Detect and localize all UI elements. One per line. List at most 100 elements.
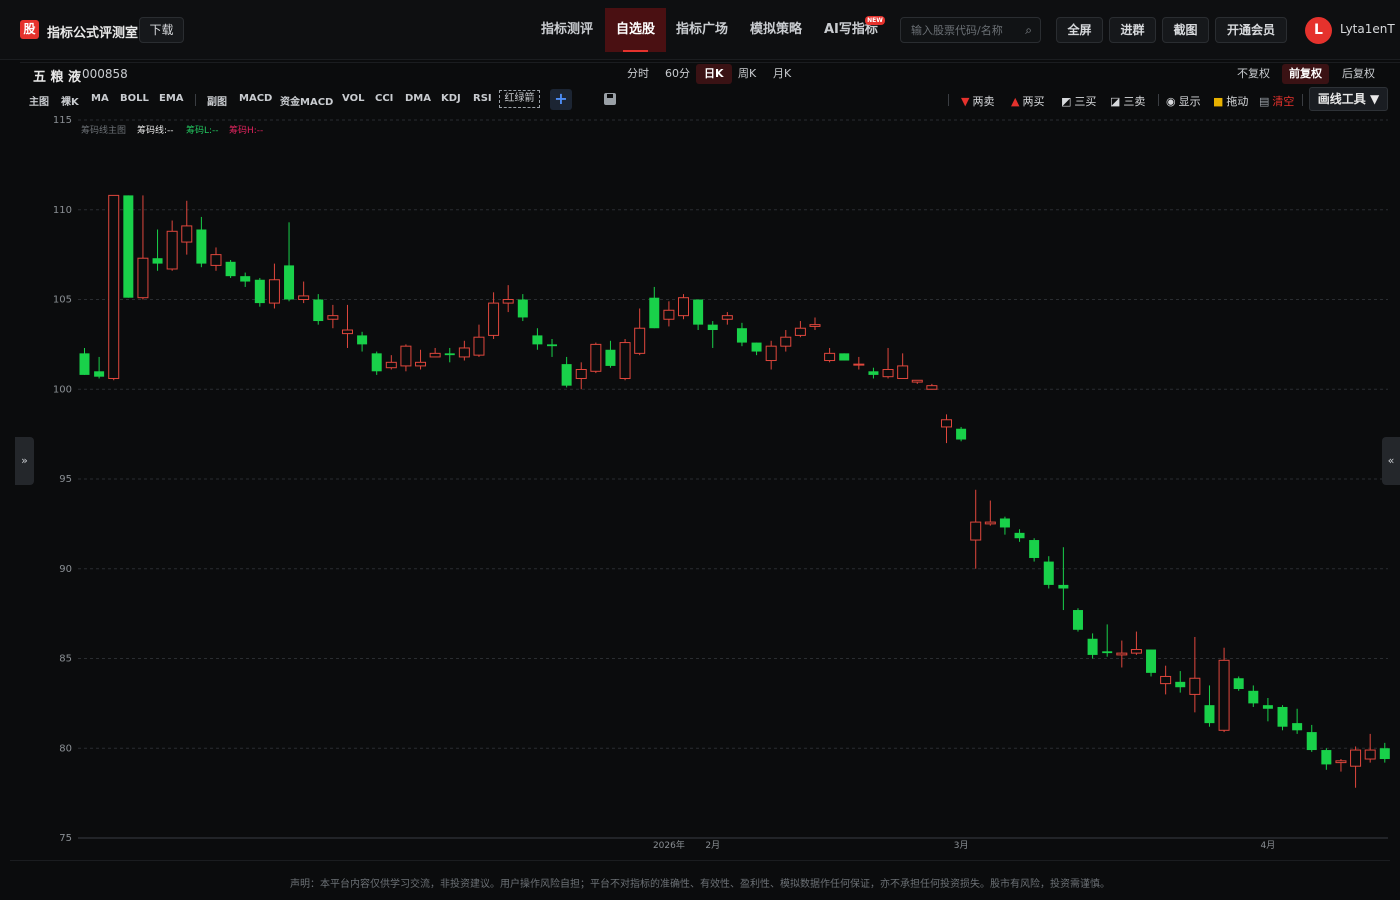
adjust-backward[interactable]: 后复权 xyxy=(1335,64,1382,84)
candle-body xyxy=(780,336,792,347)
y-tick-label: 75 xyxy=(59,833,72,844)
red-green-arrow-toggle[interactable]: 红绿箭 xyxy=(499,90,540,108)
period-60min[interactable]: 60分 xyxy=(657,64,698,84)
period-intraday[interactable]: 分时 xyxy=(619,64,657,84)
chart-line-down-icon: ◪ xyxy=(1110,95,1121,108)
candle-body xyxy=(853,363,865,366)
candle-body xyxy=(561,364,572,386)
ind-rsi[interactable]: RSI xyxy=(473,93,492,104)
candle-body xyxy=(1306,732,1317,751)
ind-ma[interactable]: MA xyxy=(91,93,109,104)
candlestick-chart[interactable]: 115 110 105 100 95 90 85 80 75 2026年 2月 3月 4月 xyxy=(0,110,1400,850)
candle-body xyxy=(357,335,368,345)
stock-name: 五 粮 液 xyxy=(33,70,82,85)
candle-body xyxy=(298,295,310,301)
candle-body xyxy=(1029,540,1040,558)
lock-icon: ■ xyxy=(1213,95,1224,108)
screenshot-button[interactable]: 截图 xyxy=(1162,17,1209,43)
x-tick-label: 2026年 xyxy=(653,839,685,850)
candle-body xyxy=(678,297,690,317)
nav-indicator-review[interactable]: 指标测评 xyxy=(530,8,604,52)
candle-body xyxy=(1262,705,1273,709)
search-icon[interactable]: ⌕ xyxy=(1025,23,1032,38)
download-button[interactable]: 下载 xyxy=(139,17,184,43)
tool-label: 清空 xyxy=(1272,95,1295,108)
candle-body xyxy=(1160,675,1172,685)
nav-ai-indicator[interactable]: AI写指标 NEW xyxy=(813,8,889,52)
membership-button[interactable]: 开通会员 xyxy=(1215,17,1287,43)
tool-drag[interactable]: ■ 拖动 xyxy=(1213,93,1248,109)
candle-body xyxy=(868,371,879,375)
candle-body xyxy=(809,324,821,327)
tool-two-sell[interactable]: ▼ 两卖 xyxy=(961,93,994,109)
nav-watchlist[interactable]: 自选股 xyxy=(605,8,667,52)
candle-body xyxy=(1102,651,1113,654)
candle-body xyxy=(181,225,193,243)
join-group-button[interactable]: 进群 xyxy=(1109,17,1156,43)
ind-cci[interactable]: CCI xyxy=(375,93,393,104)
nav-indicator-square[interactable]: 指标广场 xyxy=(665,8,739,52)
fullscreen-button[interactable]: 全屏 xyxy=(1056,17,1103,43)
tool-three-buy[interactable]: ◩ 三买 xyxy=(1061,93,1096,109)
ind-naked-k[interactable]: 裸K xyxy=(61,93,79,108)
candle-body xyxy=(1087,638,1098,655)
expand-left-button[interactable]: » xyxy=(15,437,34,485)
candle-body xyxy=(794,327,806,336)
candle-body xyxy=(736,328,747,343)
tool-two-buy[interactable]: ▲ 两买 xyxy=(1011,93,1044,109)
ind-vol[interactable]: VOL xyxy=(342,93,364,104)
triangle-down-icon: ▼ xyxy=(961,95,970,108)
ind-ema[interactable]: EMA xyxy=(159,93,184,104)
period-weekly[interactable]: 周K xyxy=(730,64,764,84)
expand-right-button[interactable]: « xyxy=(1382,437,1400,485)
candle-body xyxy=(1335,760,1347,764)
save-icon[interactable] xyxy=(604,93,616,105)
ind-boll[interactable]: BOLL xyxy=(120,93,149,104)
triangle-up-icon: ▲ xyxy=(1011,95,1020,108)
period-daily[interactable]: 日K xyxy=(696,64,732,84)
candle-body xyxy=(254,279,265,304)
trash-icon: ▤ xyxy=(1259,95,1270,108)
y-tick-label: 100 xyxy=(53,384,72,395)
tool-label: 三买 xyxy=(1074,95,1097,108)
candle-body xyxy=(313,299,324,322)
candle-body xyxy=(1292,723,1303,731)
tool-clear[interactable]: ▤ 清空 xyxy=(1259,93,1294,109)
candle-body xyxy=(605,349,616,366)
stock-code: 000858 xyxy=(82,67,128,81)
add-indicator-button[interactable]: + xyxy=(550,89,572,110)
ind-kdj[interactable]: KDJ xyxy=(441,93,461,104)
nav-simulated-strategy[interactable]: 模拟策略 xyxy=(739,8,813,52)
x-tick-label: 3月 xyxy=(954,840,969,850)
candle-body xyxy=(532,335,543,345)
username[interactable]: Lyta1enT xyxy=(1340,22,1395,36)
tool-show[interactable]: ◉ 显示 xyxy=(1166,93,1201,109)
candle-body xyxy=(166,230,178,270)
ind-main[interactable]: 主图 xyxy=(29,93,49,108)
candle-body xyxy=(488,302,500,336)
candle-body xyxy=(824,352,836,362)
adjust-forward[interactable]: 前复权 xyxy=(1282,64,1329,84)
ind-dma[interactable]: DMA xyxy=(405,93,431,104)
adjust-none[interactable]: 不复权 xyxy=(1230,64,1277,84)
candle-body xyxy=(371,353,382,372)
candle-body xyxy=(429,352,441,358)
drawing-tools-dropdown[interactable]: 画线工具 ▼ xyxy=(1309,87,1388,111)
ind-sub[interactable]: 副图 xyxy=(207,93,227,108)
nav-label: 指标广场 xyxy=(676,22,729,37)
search-input[interactable] xyxy=(911,22,1016,38)
candle-body xyxy=(415,361,427,367)
candle-body xyxy=(327,315,339,320)
eye-icon: ◉ xyxy=(1166,95,1176,108)
candle-body xyxy=(341,329,353,335)
toolbar-divider xyxy=(1158,94,1159,106)
tool-three-sell[interactable]: ◪ 三卖 xyxy=(1110,93,1145,109)
ind-macd[interactable]: MACD xyxy=(239,93,272,104)
candle-body xyxy=(385,361,397,369)
period-monthly[interactable]: 月K xyxy=(765,64,799,84)
ind-fund-macd[interactable]: 资金MACD xyxy=(280,93,333,108)
avatar[interactable]: L xyxy=(1305,17,1332,44)
candle-body xyxy=(400,345,412,367)
candle-body xyxy=(590,343,602,372)
stock-search[interactable]: ⌕ xyxy=(900,17,1041,43)
